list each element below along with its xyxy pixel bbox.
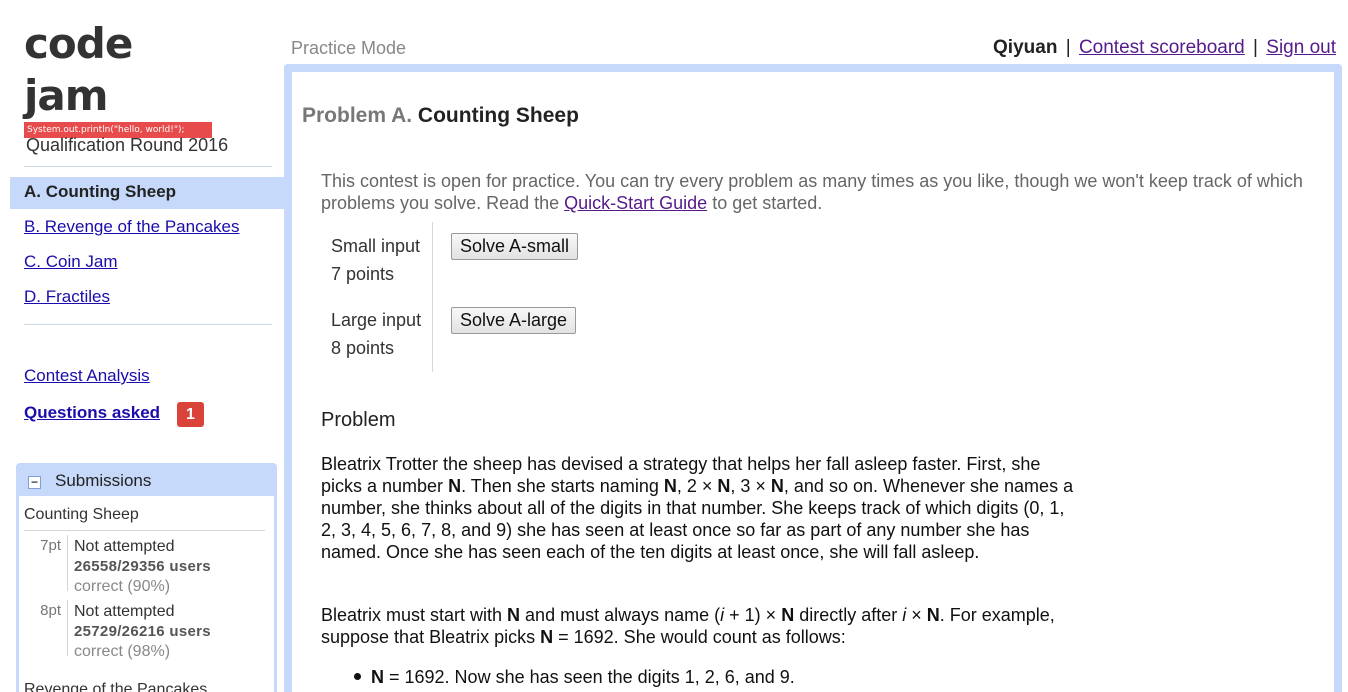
top-nav: Qiyuan | Contest scoreboard | Sign out [993,37,1336,59]
questions-asked-link[interactable]: Questions asked [24,403,160,423]
small-input-points: 7 points [331,264,395,284]
problem-panel [284,64,1342,692]
problem-name: Counting Sheep [417,104,579,127]
submission-status: Not attempted 25729/26216 users correct … [74,602,211,662]
sign-out-link[interactable]: Sign out [1266,37,1336,58]
row-divider [67,600,68,656]
quick-start-guide-link[interactable]: Quick-Start Guide [564,193,707,213]
problem-statement-paragraph: Bleatrix Trotter the sheep has devised a… [321,454,1074,562]
problem-section-heading: Problem [321,409,396,431]
users-count: 26558/29356 users [74,558,211,575]
questions-count-badge: 1 [177,402,204,427]
submissions-panel: − Submissions Counting Sheep 7pt Not att… [16,463,277,692]
input-divider [432,222,433,372]
sidebar-item-problem-c[interactable]: C. Coin Jam [10,247,284,279]
example-bullet: N = 1692. Now she has seen the digits 1,… [371,667,795,687]
submission-points: 8pt [40,602,61,619]
problem-d-link[interactable]: D. Fractiles [24,287,110,306]
submissions-header[interactable]: − Submissions [19,466,274,496]
correct-rate: correct (98%) [74,643,171,660]
logo-title: code jam [24,19,133,120]
sidebar-item-label: A. Counting Sheep [24,182,177,201]
sidebar-divider [24,324,272,325]
submission-points: 7pt [40,537,61,554]
nav-separator: | [1253,37,1258,58]
submissions-next-problem: Revenge of the Pancakes [24,681,208,692]
nav-separator: | [1065,37,1071,58]
correct-rate: correct (90%) [74,578,171,595]
sidebar-item-problem-b[interactable]: B. Revenge of the Pancakes [10,212,284,244]
problem-letter: Problem A. [302,104,413,127]
practice-notice: This contest is open for practice. You c… [321,170,1311,214]
problem-list: A. Counting Sheep B. Revenge of the Panc… [10,177,284,317]
sidebar-item-problem-a[interactable]: A. Counting Sheep [10,177,284,209]
solve-large-button[interactable]: Solve A-large [451,307,577,334]
username: Qiyuan [993,37,1058,58]
submission-row: 7pt Not attempted 26558/29356 users corr… [19,531,274,596]
submissions-problem-name: Counting Sheep [24,506,265,531]
submission-row: 8pt Not attempted 25729/26216 users corr… [19,596,274,661]
problem-statement-paragraph: Bleatrix must start with N and must alwa… [321,605,1055,647]
large-input-points: 8 points [331,338,395,358]
contest-scoreboard-link[interactable]: Contest scoreboard [1079,37,1245,58]
submissions-title: Submissions [55,471,152,490]
row-divider [67,535,68,591]
round-title: Qualification Round 2016 [26,135,229,155]
practice-mode-label: Practice Mode [291,38,407,58]
problem-b-link[interactable]: B. Revenge of the Pancakes [24,217,239,236]
solve-small-button[interactable]: Solve A-small [451,233,579,260]
sidebar-item-problem-d[interactable]: D. Fractiles [10,282,284,314]
status-text: Not attempted [74,538,175,555]
collapse-icon[interactable]: − [28,476,41,489]
problem-c-link[interactable]: C. Coin Jam [24,252,118,271]
input-table: Small input 7 points Solve A-small Large… [321,222,621,372]
problem-title: Problem A. Counting Sheep [302,104,579,128]
large-input-label: Large input [331,310,422,330]
status-text: Not attempted [74,603,175,620]
code-jam-logo[interactable]: code jam System.out.println("hello, worl… [24,18,216,138]
contest-analysis-link[interactable]: Contest Analysis [24,366,150,386]
users-count: 25729/26216 users [74,623,211,640]
submission-status: Not attempted 26558/29356 users correct … [74,537,211,597]
small-input-label: Small input [331,236,421,256]
practice-notice-text: to get started. [707,193,823,213]
bullet-icon [354,673,361,680]
sidebar-divider [24,166,272,167]
